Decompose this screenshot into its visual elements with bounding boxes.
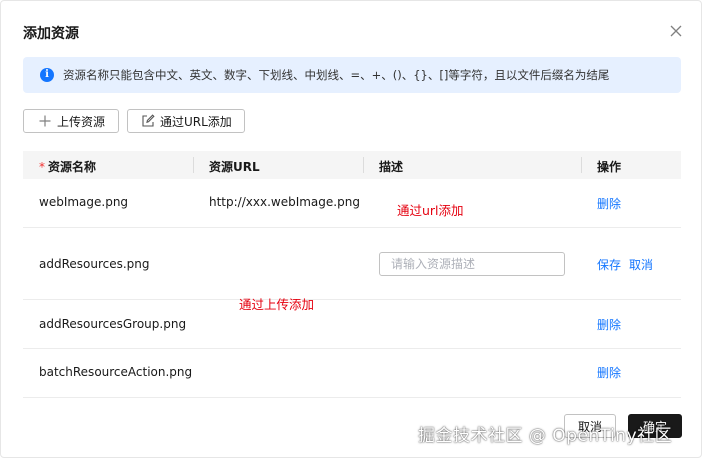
alert-text: 资源名称只能包含中文、英文、数字、下划线、中划线、=、+、()、{}、[]等字符… [63,68,610,82]
info-alert: i 资源名称只能包含中文、英文、数字、下划线、中划线、=、+、()、{}、[]等… [23,57,681,93]
save-link[interactable]: 保存 [597,256,621,273]
resource-name: addResourcesGroup.png [39,317,187,331]
upload-resource-label: 上传资源 [57,114,106,129]
resource-name: batchResourceAction.png [39,365,193,379]
table-row: webImage.png http://xxx.webImage.png 删除 [23,179,681,228]
watermark: 掘金技术社区 @ OpenTiny社区 [418,426,673,446]
table-header: * 资源名称 资源URL 描述 操作 [23,151,681,179]
edit-icon [142,114,155,127]
delete-link[interactable]: 删除 [597,316,621,333]
info-icon: i [40,68,54,82]
table-row: addResourcesGroup.png 删除 [23,300,681,349]
header-desc: 描述 [379,160,404,174]
resource-url: http://xxx.webImage.png [209,195,360,209]
plus-icon [39,115,51,127]
table-row: addResources.png 保存 取消 [23,228,681,300]
delete-link[interactable]: 删除 [597,195,621,212]
upload-resource-button[interactable]: 上传资源 [23,109,119,133]
header-action: 操作 [597,160,622,174]
add-by-url-button[interactable]: 通过URL添加 [127,109,245,133]
annotation-url-add: 通过url添加 [397,203,464,218]
header-url: 资源URL [209,160,260,174]
add-by-url-label: 通过URL添加 [160,114,232,129]
dialog-title: 添加资源 [23,26,79,42]
header-name-label: 资源名称 [48,160,97,174]
cancel-link[interactable]: 取消 [629,256,653,273]
column-divider [581,157,582,173]
delete-link[interactable]: 删除 [597,364,621,381]
add-resource-dialog: 添加资源 i 资源名称只能包含中文、英文、数字、下划线、中划线、=、+、()、{… [0,0,702,458]
resource-name: webImage.png [39,195,129,209]
column-divider [363,157,364,173]
close-icon [670,25,682,37]
column-divider [193,157,194,173]
header-name: * 资源名称 [39,158,96,175]
annotation-upload-add: 通过上传添加 [239,297,315,312]
close-button[interactable] [667,22,685,40]
resource-name: addResources.png [39,257,150,271]
table-row: batchResourceAction.png 删除 [23,349,681,398]
required-mark: * [39,160,45,174]
description-input[interactable] [379,252,565,276]
